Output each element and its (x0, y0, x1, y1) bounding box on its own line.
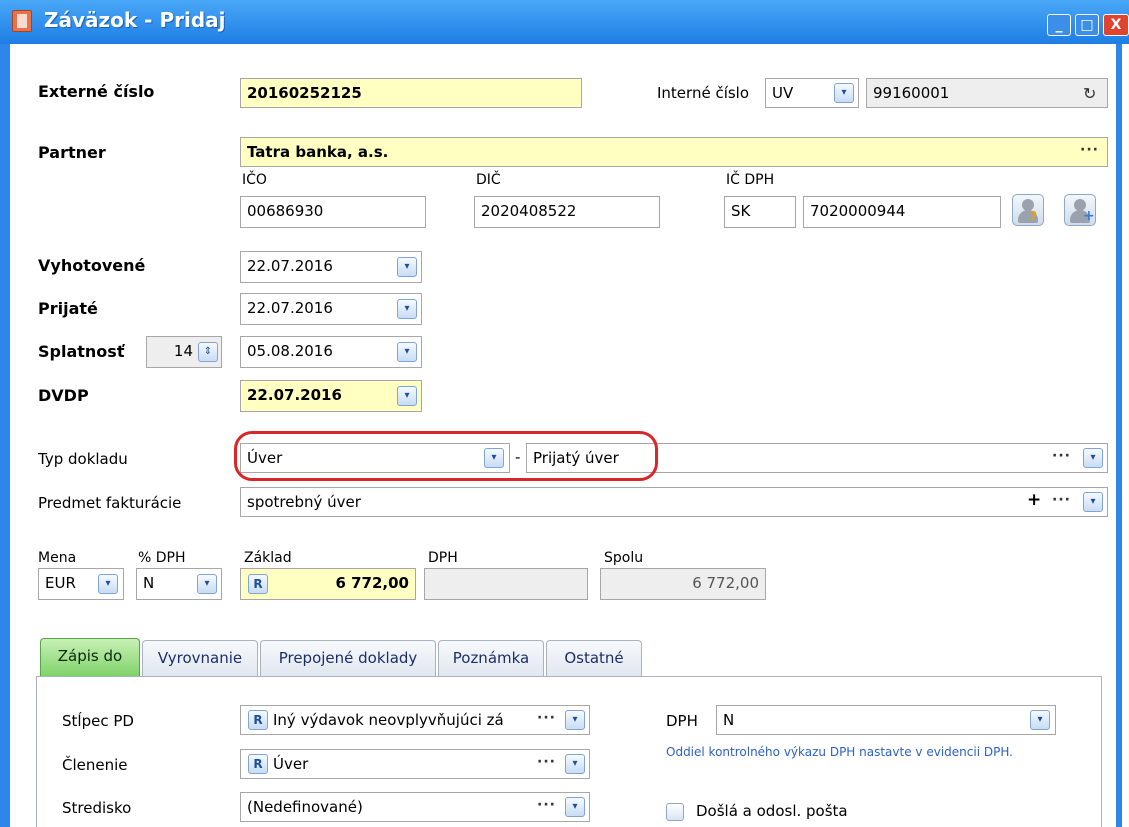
window-title: Záväzok - Pridaj (44, 8, 226, 32)
maximize-button[interactable]: □ (1075, 14, 1099, 36)
interne-prefix-dropdown-icon[interactable]: ▾ (834, 83, 854, 103)
tab-vyrovnanie[interactable]: Vyrovnanie (142, 640, 258, 676)
zapis-dph-label: DPH (666, 712, 698, 730)
zaklad-label: Základ (244, 550, 292, 566)
vyhotovene-label: Vyhotovené (38, 256, 146, 275)
partner-more-icon[interactable]: ··· (1080, 142, 1099, 158)
partner-add-button[interactable]: + (1064, 194, 1096, 226)
tab-zapis-do[interactable]: Zápis do (40, 638, 140, 676)
spolu-input[interactable]: 6 772,00 (600, 568, 766, 600)
tab-prepojene-doklady[interactable]: Prepojené doklady (260, 640, 436, 676)
partner-lookup-button[interactable]: ? (1012, 194, 1044, 226)
stredisko-dropdown-icon[interactable]: ▾ (565, 797, 585, 817)
reload-icon[interactable]: ↻ (1083, 84, 1096, 103)
dic-label: DIČ (476, 172, 501, 188)
icdph-input[interactable]: 7020000944 (803, 196, 1001, 228)
zaklad-r-badge-icon[interactable]: R (248, 574, 268, 594)
icdph-label: IČ DPH (726, 172, 775, 188)
ico-label: IČO (242, 172, 267, 188)
typ-desc-dropdown-icon[interactable]: ▾ (1083, 448, 1103, 468)
stlpec-r-badge-icon[interactable]: R (248, 710, 268, 730)
mena-dropdown-icon[interactable]: ▾ (98, 574, 118, 594)
highlight-outline (234, 431, 658, 481)
predmet-dropdown-icon[interactable]: ▾ (1083, 492, 1103, 512)
splatnost-label: Splatnosť (38, 342, 125, 361)
prijate-label: Prijaté (38, 299, 98, 318)
zapis-dph-dropdown-icon[interactable]: ▾ (1030, 710, 1050, 730)
externe-cislo-input[interactable]: 20160252125 (240, 78, 582, 108)
spolu-label: Spolu (604, 550, 644, 566)
stlpec-dropdown-icon[interactable]: ▾ (565, 710, 585, 730)
dph-amount-input[interactable] (424, 568, 588, 600)
splatnost-input[interactable]: 05.08.2016 (240, 336, 422, 368)
splatnost-spinner-icon[interactable]: ⇕ (198, 342, 218, 362)
icdph-prefix-input[interactable]: SK (724, 196, 796, 228)
predmet-more-icon[interactable]: ··· (1052, 492, 1071, 508)
interne-prefix-value: UV (772, 84, 794, 102)
interne-cislo-input[interactable]: 99160001 (866, 78, 1108, 108)
interne-cislo-label: Interné číslo (657, 84, 750, 102)
mena-label: Mena (38, 550, 77, 566)
externe-cislo-label: Externé číslo (38, 82, 155, 101)
dph-info-text: Oddiel kontrolného výkazu DPH nastavte v… (666, 745, 1013, 759)
stredisko-more-icon[interactable]: ··· (537, 797, 556, 813)
tab-poznamka[interactable]: Poznámka (438, 640, 544, 676)
clenenie-r-badge-icon[interactable]: R (248, 754, 268, 774)
dic-input[interactable]: 2020408522 (474, 196, 660, 228)
vyhotovene-dropdown-icon[interactable]: ▾ (397, 257, 417, 277)
clenenie-dropdown-icon[interactable]: ▾ (565, 754, 585, 774)
typ-dokladu-label: Typ dokladu (38, 450, 128, 468)
clenenie-label: Členenie (62, 756, 128, 774)
close-button[interactable]: X (1103, 14, 1129, 36)
clenenie-more-icon[interactable]: ··· (537, 754, 556, 770)
predmet-input[interactable]: spotrebný úver (240, 487, 1108, 517)
posta-label: Došlá a odosl. pošta (696, 802, 848, 820)
document-icon (12, 10, 32, 32)
prijate-dropdown-icon[interactable]: ▾ (397, 299, 417, 319)
stlpec-pd-label: Stĺpec PD (62, 712, 134, 730)
ico-input[interactable]: 00686930 (240, 196, 426, 228)
stlpec-more-icon[interactable]: ··· (537, 710, 556, 726)
stredisko-label: Stredisko (62, 799, 132, 817)
posta-checkbox[interactable] (666, 803, 684, 821)
typ-more-icon[interactable]: ··· (1052, 448, 1071, 464)
prijate-input[interactable]: 22.07.2016 (240, 293, 422, 325)
partner-input[interactable]: Tatra banka, a.s. (240, 137, 1108, 167)
tab-ostatne[interactable]: Ostatné (546, 640, 642, 676)
dph-amount-label: DPH (428, 550, 458, 566)
dph-pct-label: % DPH (138, 550, 186, 566)
minimize-button[interactable]: _ (1047, 14, 1071, 36)
zapis-dph-select[interactable]: N (716, 705, 1056, 735)
predmet-add-icon[interactable]: + (1027, 490, 1041, 510)
predmet-label: Predmet fakturácie (38, 494, 182, 512)
dvdp-label: DVDP (38, 386, 89, 405)
dvdp-input[interactable]: 22.07.2016 (240, 380, 422, 412)
dvdp-dropdown-icon[interactable]: ▾ (397, 386, 417, 406)
vyhotovene-input[interactable]: 22.07.2016 (240, 251, 422, 283)
partner-label: Partner (38, 143, 106, 162)
dph-pct-dropdown-icon[interactable]: ▾ (197, 574, 217, 594)
splatnost-dropdown-icon[interactable]: ▾ (397, 342, 417, 362)
